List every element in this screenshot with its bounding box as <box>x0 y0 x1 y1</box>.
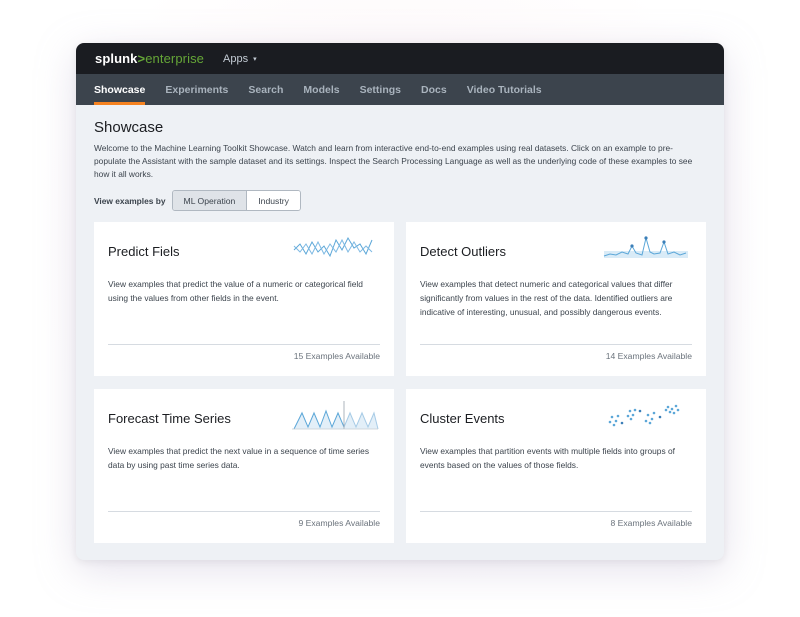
tab-video-tutorials[interactable]: Video Tutorials <box>457 74 552 105</box>
card-example-count: 15 Examples Available <box>293 351 380 361</box>
card-divider <box>420 511 692 512</box>
card-example-count: 8 Examples Available <box>610 518 692 528</box>
card-divider <box>420 344 692 345</box>
card-description: View examples that predict the next valu… <box>108 446 370 470</box>
apps-label: Apps <box>223 52 249 65</box>
card-predict-fields[interactable]: Predict Fiels View examples that predict… <box>94 222 394 376</box>
app-nav-bar: Showcase Experiments Search Models Setti… <box>76 74 724 105</box>
line-chart-icon <box>293 236 373 258</box>
main-content: Showcase Welcome to the Machine Learning… <box>76 105 724 211</box>
view-by-filter: View examples by ML Operation Industry <box>94 190 706 211</box>
logo-splunk-text: splunk <box>95 51 138 66</box>
card-detect-outliers[interactable]: Detect Outliers View examples that detec… <box>406 222 706 376</box>
intro-text: Welcome to the Machine Learning Toolkit … <box>94 143 693 179</box>
tab-settings[interactable]: Settings <box>350 74 411 105</box>
card-title: Predict Fiels <box>108 244 180 259</box>
page-title: Showcase <box>94 119 164 136</box>
tab-models[interactable]: Models <box>293 74 349 105</box>
card-divider <box>108 511 380 512</box>
card-title: Forecast Time Series <box>108 411 231 426</box>
logo-enterprise-text: enterprise <box>145 51 205 66</box>
filter-label: View examples by <box>94 195 166 206</box>
card-description: View examples that predict the value of … <box>108 279 363 303</box>
outlier-chart-icon <box>603 236 688 258</box>
card-title: Detect Outliers <box>420 244 506 259</box>
showcase-card-grid: Predict Fiels View examples that predict… <box>94 222 706 543</box>
card-title: Cluster Events <box>420 411 505 426</box>
card-example-count: 14 Examples Available <box>605 351 692 361</box>
card-description: View examples that detect numeric and ca… <box>420 279 673 317</box>
chevron-down-icon: ▾ <box>253 55 257 63</box>
scatter-cluster-icon <box>608 404 680 427</box>
card-example-count: 9 Examples Available <box>298 518 380 528</box>
industry-button[interactable]: Industry <box>247 191 300 210</box>
app-window: splunk>enterprise Apps ▾ Showcase Experi… <box>76 43 724 560</box>
card-forecast-time-series[interactable]: Forecast Time Series View examples that … <box>94 389 394 543</box>
tab-experiments[interactable]: Experiments <box>155 74 238 105</box>
forecast-chart-icon <box>292 401 379 430</box>
view-by-toggle: ML Operation Industry <box>171 190 301 211</box>
top-bar: splunk>enterprise Apps ▾ <box>76 43 724 74</box>
card-description: View examples that partition events with… <box>420 446 675 470</box>
tab-docs[interactable]: Docs <box>411 74 457 105</box>
tab-showcase[interactable]: Showcase <box>84 74 155 105</box>
tab-search[interactable]: Search <box>238 74 293 105</box>
card-divider <box>108 344 380 345</box>
ml-operation-button[interactable]: ML Operation <box>172 191 248 210</box>
apps-menu[interactable]: Apps ▾ <box>223 53 257 65</box>
card-cluster-events[interactable]: Cluster Events View examples that partit… <box>406 389 706 543</box>
splunk-logo[interactable]: splunk>enterprise <box>95 51 204 66</box>
